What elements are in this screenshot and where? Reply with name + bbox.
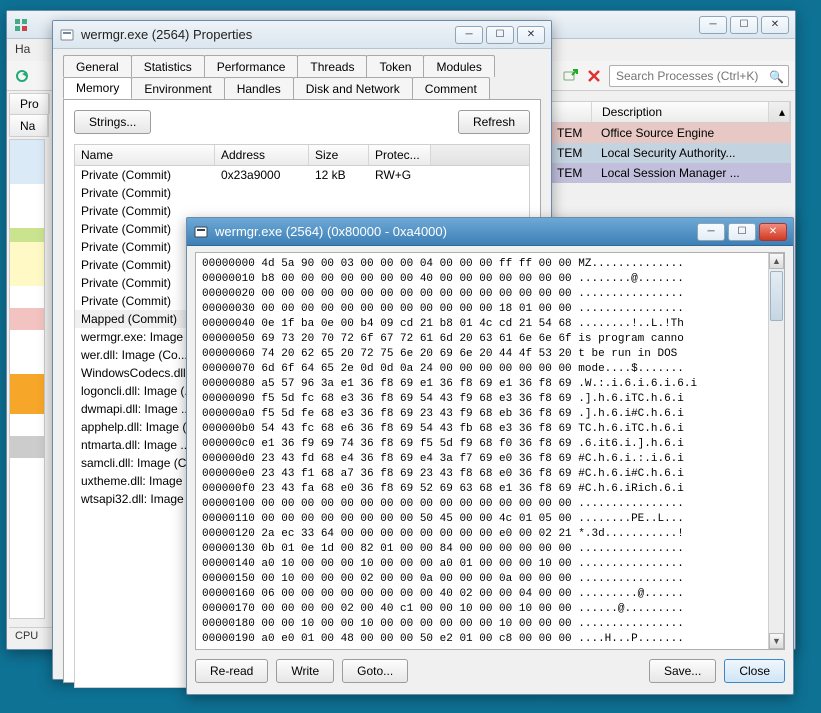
row-user: TEM	[557, 146, 601, 160]
add-icon[interactable]	[561, 67, 579, 85]
write-button[interactable]: Write	[276, 659, 334, 683]
refresh-icon[interactable]	[13, 67, 31, 85]
hex-title-text: wermgr.exe (2564) (0x80000 - 0xa4000)	[215, 224, 697, 239]
col-protection[interactable]: Protec...	[369, 145, 431, 165]
tab-disk-and-network[interactable]: Disk and Network	[293, 77, 413, 99]
cell-protection: RW+G	[369, 168, 431, 182]
tab-threads[interactable]: Threads	[297, 55, 367, 77]
close-dialog-button[interactable]: Close	[724, 659, 785, 683]
cell-size: 12 kB	[309, 168, 369, 182]
tab-memory[interactable]: Memory	[63, 77, 132, 99]
hex-dump-area[interactable]: 00000000 4d 5a 90 00 03 00 00 00 04 00 0…	[195, 252, 785, 650]
status-cpu: CPU	[15, 630, 38, 642]
hex-button-bar: Re-read Write Goto... Save... Close	[195, 656, 785, 686]
prop-tabs: GeneralStatisticsPerformanceThreadsToken…	[53, 49, 551, 99]
process-list-rows[interactable]: TEMOffice Source EngineTEMLocal Security…	[547, 123, 791, 183]
col-description[interactable]: Description	[592, 102, 769, 122]
maximize-button[interactable]: ☐	[730, 16, 758, 34]
scroll-up-icon[interactable]: ▲	[769, 253, 784, 269]
cell-address: 0x23a9000	[215, 168, 309, 182]
col-name[interactable]: Name	[75, 145, 215, 165]
process-icon	[59, 27, 75, 43]
row-desc: Local Session Manager ...	[601, 166, 740, 180]
hex-viewer-window: wermgr.exe (2564) (0x80000 - 0xa4000) ─ …	[186, 217, 794, 695]
cell-name: Private (Commit)	[75, 168, 215, 182]
menu-hacker[interactable]: Ha	[15, 42, 30, 56]
close-button[interactable]: ✕	[761, 16, 789, 34]
close-button[interactable]: ✕	[517, 26, 545, 44]
cell-name: Private (Commit)	[75, 186, 215, 200]
tab-token[interactable]: Token	[366, 55, 424, 77]
process-row[interactable]: TEMOffice Source Engine	[547, 123, 791, 143]
memory-row[interactable]: Private (Commit)	[75, 184, 529, 202]
col-address[interactable]: Address	[215, 145, 309, 165]
hex-titlebar[interactable]: wermgr.exe (2564) (0x80000 - 0xa4000) ─ …	[187, 218, 793, 246]
tab-performance[interactable]: Performance	[204, 55, 299, 77]
scroll-down-icon[interactable]: ▼	[769, 633, 784, 649]
maximize-button[interactable]: ☐	[728, 223, 756, 241]
col-name[interactable]: Na	[10, 115, 48, 136]
delete-icon[interactable]	[585, 67, 603, 85]
scroll-placeholder	[431, 145, 529, 165]
goto-button[interactable]: Goto...	[342, 659, 408, 683]
scroll-up-icon[interactable]: ▴	[769, 102, 790, 122]
col-size[interactable]: Size	[309, 145, 369, 165]
app-icon	[13, 17, 29, 33]
process-icon	[193, 224, 209, 240]
cell-name: Private (Commit)	[75, 204, 215, 218]
process-tree-strip	[9, 139, 45, 619]
memory-row[interactable]: Private (Commit)0x23a900012 kBRW+G	[75, 166, 529, 184]
col-processes[interactable]: Pro	[10, 94, 50, 114]
row-desc: Office Source Engine	[601, 126, 714, 140]
memory-list-header[interactable]: Name Address Size Protec...	[74, 144, 530, 166]
minimize-button[interactable]: ─	[699, 16, 727, 34]
minimize-button[interactable]: ─	[455, 26, 483, 44]
strings-button[interactable]: Strings...	[74, 110, 151, 134]
close-button[interactable]: ✕	[759, 223, 787, 241]
tab-handles[interactable]: Handles	[224, 77, 294, 99]
tab-comment[interactable]: Comment	[412, 77, 490, 99]
row-user: TEM	[557, 126, 601, 140]
process-row[interactable]: TEMLocal Session Manager ...	[547, 163, 791, 183]
prop-title-text: wermgr.exe (2564) Properties	[81, 27, 455, 42]
row-desc: Local Security Authority...	[601, 146, 736, 160]
scroll-thumb[interactable]	[770, 271, 783, 321]
maximize-button[interactable]: ☐	[486, 26, 514, 44]
bg-right-column: Description ▴ TEMOffice Source EngineTEM…	[547, 101, 791, 183]
tab-environment[interactable]: Environment	[131, 77, 224, 99]
tab-modules[interactable]: Modules	[423, 55, 494, 77]
tab-statistics[interactable]: Statistics	[131, 55, 205, 77]
tab-general[interactable]: General	[63, 55, 132, 77]
process-row[interactable]: TEMLocal Security Authority...	[547, 143, 791, 163]
minimize-button[interactable]: ─	[697, 223, 725, 241]
row-user: TEM	[557, 166, 601, 180]
search-input[interactable]	[609, 65, 789, 87]
refresh-button[interactable]: Refresh	[458, 110, 530, 134]
prop-titlebar[interactable]: wermgr.exe (2564) Properties ─ ☐ ✕	[53, 21, 551, 49]
search-icon[interactable]: 🔍	[769, 70, 784, 84]
save-button[interactable]: Save...	[649, 659, 716, 683]
vertical-scrollbar[interactable]: ▲ ▼	[768, 253, 784, 649]
reread-button[interactable]: Re-read	[195, 659, 268, 683]
